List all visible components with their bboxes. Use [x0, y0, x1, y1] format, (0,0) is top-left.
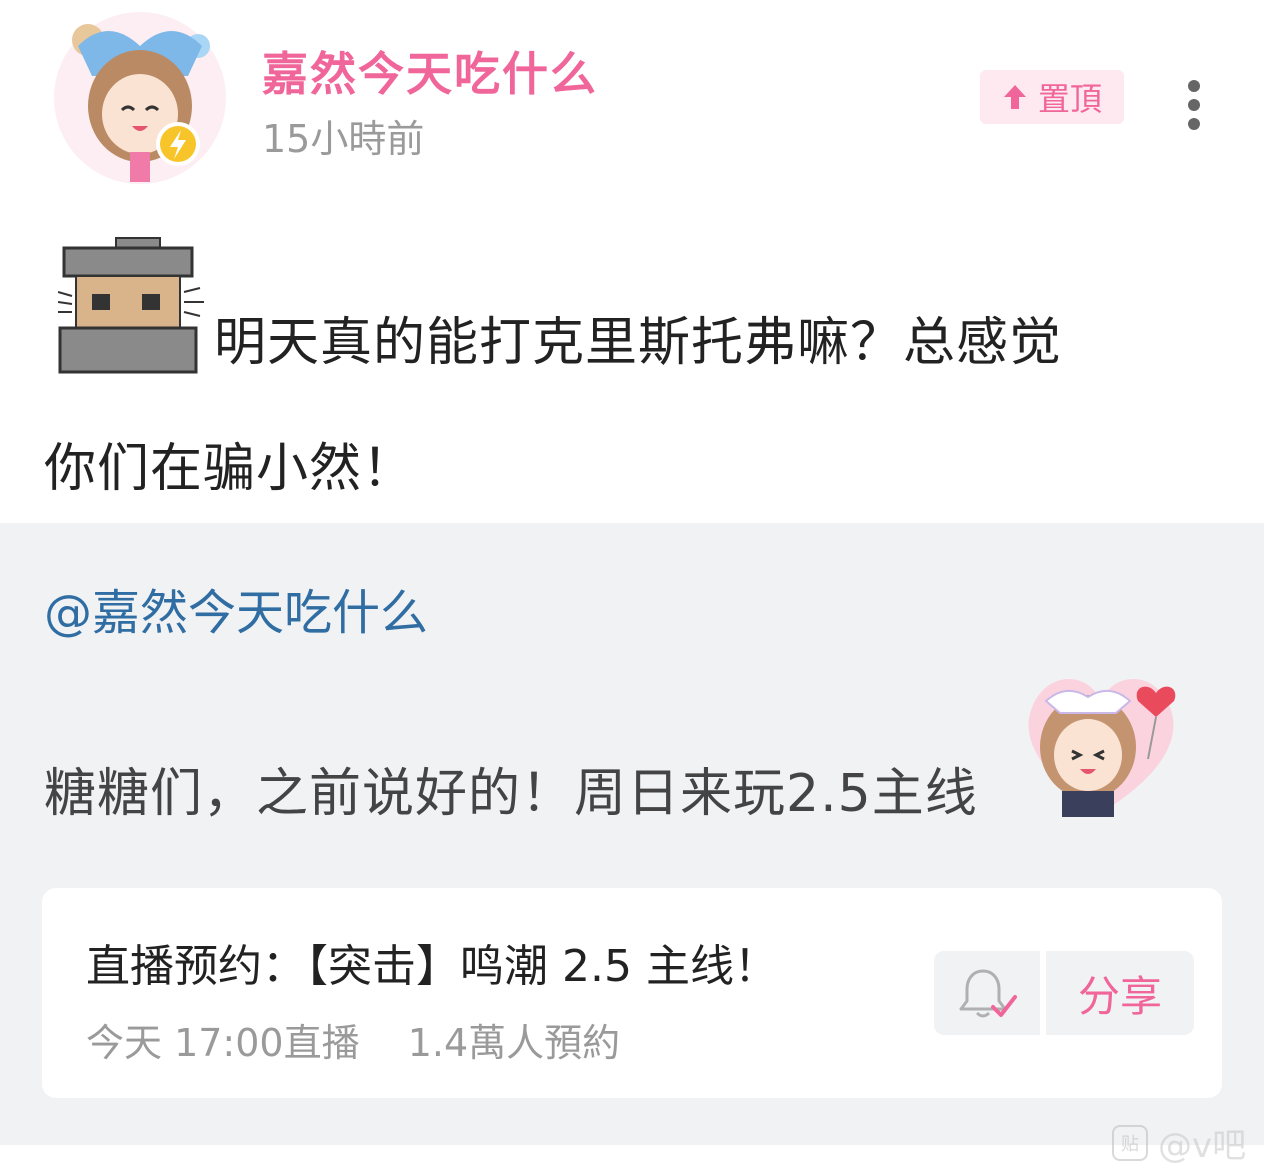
emoji-sticker — [58, 236, 206, 374]
watermark: 贴 @v吧 — [1112, 1118, 1246, 1167]
post-time: 15小時前 — [262, 117, 425, 161]
share-button[interactable]: 分享 — [1046, 951, 1194, 1035]
forwarded-text: 糖糖们，之前说好的！周日来玩2.5主线 — [44, 764, 978, 824]
live-title: 直播预约：【突击】鸣潮 2.5 主线！ — [86, 941, 778, 992]
username[interactable]: 嘉然今天吃什么 — [262, 38, 598, 104]
live-reservation-card[interactable]: 直播预约：【突击】鸣潮 2.5 主线！ 今天 17:00直播 1.4萬人預約 分… — [42, 888, 1222, 1098]
bell-check-icon — [959, 969, 1017, 1018]
watermark-logo: 贴 — [1112, 1124, 1148, 1161]
forwarded-post[interactable]: @嘉然今天吃什么 糖糖们，之前说好的！周日来玩2.5主线 直播预约：【突击】鸣潮… — [0, 523, 1264, 1145]
live-schedule: 今天 17:00直播 — [86, 1021, 360, 1065]
emoji-sticker-heart — [1016, 663, 1186, 823]
live-meta: 今天 17:00直播 1.4萬人預約 — [86, 1012, 656, 1067]
pinned-label: 置頂 — [1037, 80, 1102, 118]
arrow-up-icon — [1003, 85, 1026, 109]
more-options-button[interactable] — [1174, 78, 1214, 132]
pinned-badge: 置頂 — [980, 70, 1124, 124]
post-text-line-2: 你们在骗小然！ — [44, 439, 416, 499]
more-vertical-icon — [1188, 80, 1200, 130]
reserve-bell-button[interactable] — [934, 951, 1040, 1035]
mention-link[interactable]: @嘉然今天吃什么 — [44, 573, 428, 643]
avatar[interactable] — [48, 6, 232, 190]
live-reservations: 1.4萬人預約 — [407, 1021, 621, 1065]
watermark-text: @v吧 — [1158, 1126, 1247, 1166]
post-text-line-1: 明天真的能打克里斯托弗嘛？总感觉 — [214, 313, 1063, 373]
